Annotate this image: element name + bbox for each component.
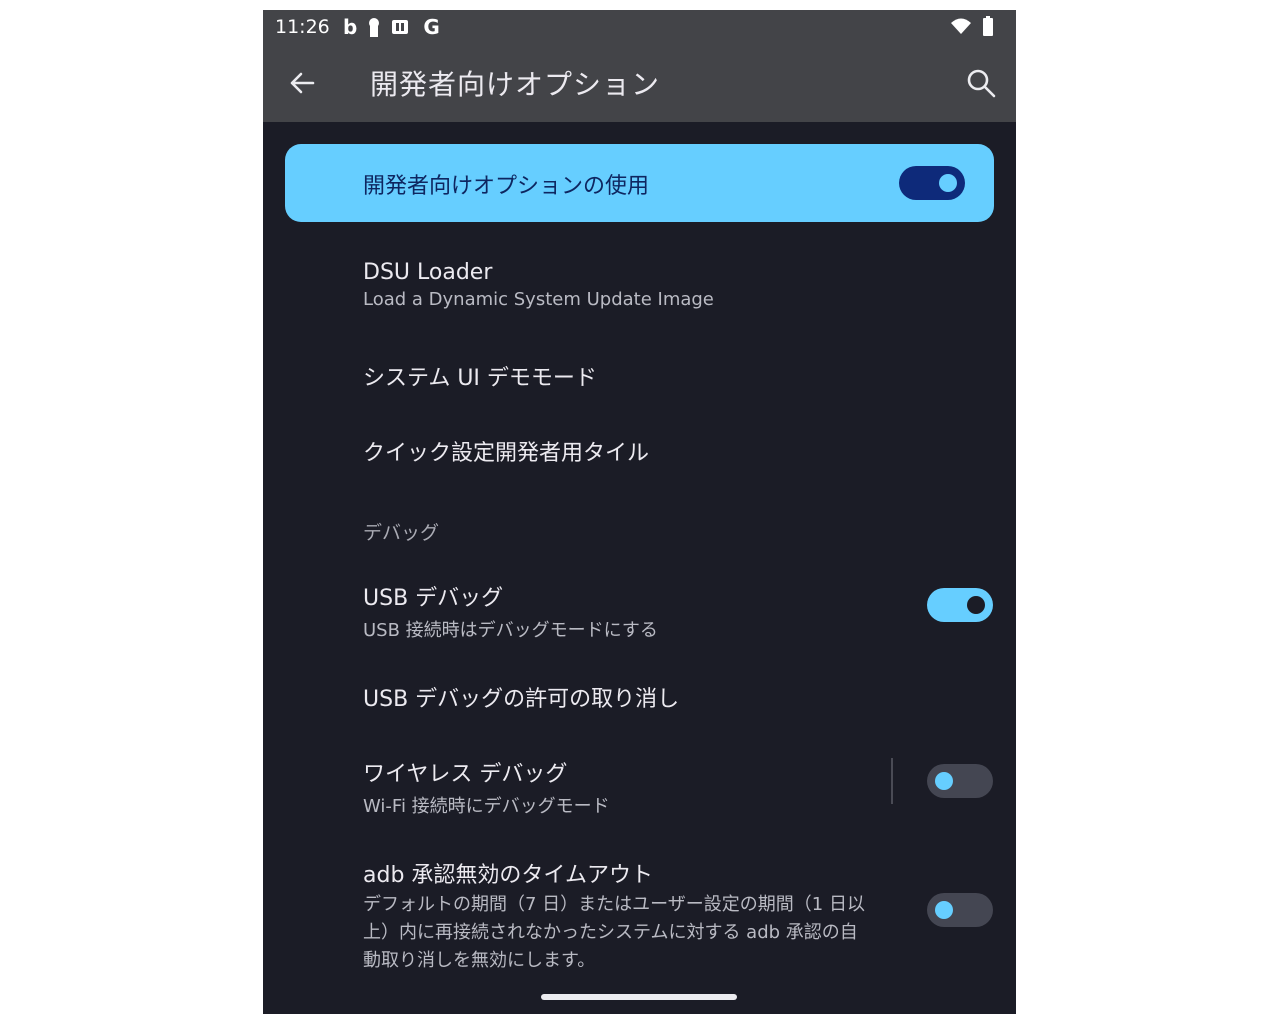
list-item-system-ui-demo-mode[interactable]: システム UI デモモード — [363, 360, 597, 392]
item-title: システム UI デモモード — [363, 366, 597, 391]
bing-icon: b — [343, 15, 358, 39]
google-icon: G — [423, 15, 440, 39]
status-time: 11:26 — [275, 16, 330, 38]
list-item-revoke-usb-debugging[interactable]: USB デバッグの許可の取り消し — [363, 681, 679, 713]
item-title: DSU Loader — [363, 260, 493, 285]
item-title: USB デバッグ — [363, 586, 504, 611]
adb-timeout-toggle[interactable] — [927, 893, 993, 927]
wireless-debugging-toggle[interactable] — [927, 764, 993, 798]
list-item-wireless-debugging[interactable]: ワイヤレス デバッグ Wi-Fi 接続時にデバッグモード — [363, 756, 610, 818]
item-subtitle: Load a Dynamic System Update Image — [363, 289, 714, 310]
list-item-usb-debugging[interactable]: USB デバッグ USB 接続時はデバッグモードにする — [363, 580, 658, 642]
wifi-icon — [951, 18, 971, 34]
battery-icon — [983, 16, 993, 36]
list-item-dsu-loader[interactable]: DSU Loader Load a Dynamic System Update … — [363, 260, 714, 310]
item-title: adb 承認無効のタイムアウト — [363, 863, 653, 888]
phone-screen: 11:26 b G 開発者向けオプション 開発者向けオプションの使用 DSU L… — [263, 10, 1016, 1014]
toggle-knob — [939, 174, 957, 192]
keyhole-icon — [369, 18, 380, 37]
item-subtitle-line: 動取り消しを無効にします。 — [363, 950, 596, 971]
gesture-navigation-bar[interactable] — [541, 994, 737, 1000]
toggle-knob — [935, 901, 953, 919]
list-item-quick-settings-tiles[interactable]: クイック設定開発者用タイル — [363, 435, 649, 467]
search-icon[interactable] — [964, 66, 998, 100]
toggle-knob — [967, 596, 985, 614]
item-subtitle-line: 上）内に再接続されなかったシステムに対する adb 承認の自 — [363, 922, 858, 943]
page-title: 開発者向けオプション — [370, 68, 661, 101]
item-subtitle: USB 接続時はデバッグモードにする — [363, 620, 658, 641]
system-icons — [950, 16, 994, 36]
item-subtitle: Wi-Fi 接続時にデバッグモード — [363, 796, 610, 817]
master-toggle[interactable] — [899, 166, 965, 200]
list-item-adb-timeout[interactable]: adb 承認無効のタイムアウト デフォルトの期間（7 日）またはユーザー設定の期… — [363, 857, 865, 975]
sim-icon — [392, 20, 409, 34]
status-bar: 11:26 b G — [263, 10, 1016, 46]
master-switch-label: 開発者向けオプションの使用 — [363, 174, 650, 199]
back-arrow-icon[interactable] — [285, 66, 319, 100]
app-bar: 開発者向けオプション — [263, 46, 1016, 122]
notification-icons: b G — [343, 15, 440, 39]
item-title: USB デバッグの許可の取り消し — [363, 687, 680, 712]
toggle-knob — [935, 772, 953, 790]
item-subtitle-line: デフォルトの期間（7 日）またはユーザー設定の期間（1 日以 — [363, 894, 865, 915]
section-header-debug: デバッグ — [363, 522, 440, 544]
vertical-divider — [891, 758, 893, 804]
item-title: ワイヤレス デバッグ — [363, 762, 568, 787]
developer-options-master-switch[interactable]: 開発者向けオプションの使用 — [285, 144, 994, 222]
item-title: クイック設定開発者用タイル — [363, 441, 650, 466]
usb-debugging-toggle[interactable] — [927, 588, 993, 622]
